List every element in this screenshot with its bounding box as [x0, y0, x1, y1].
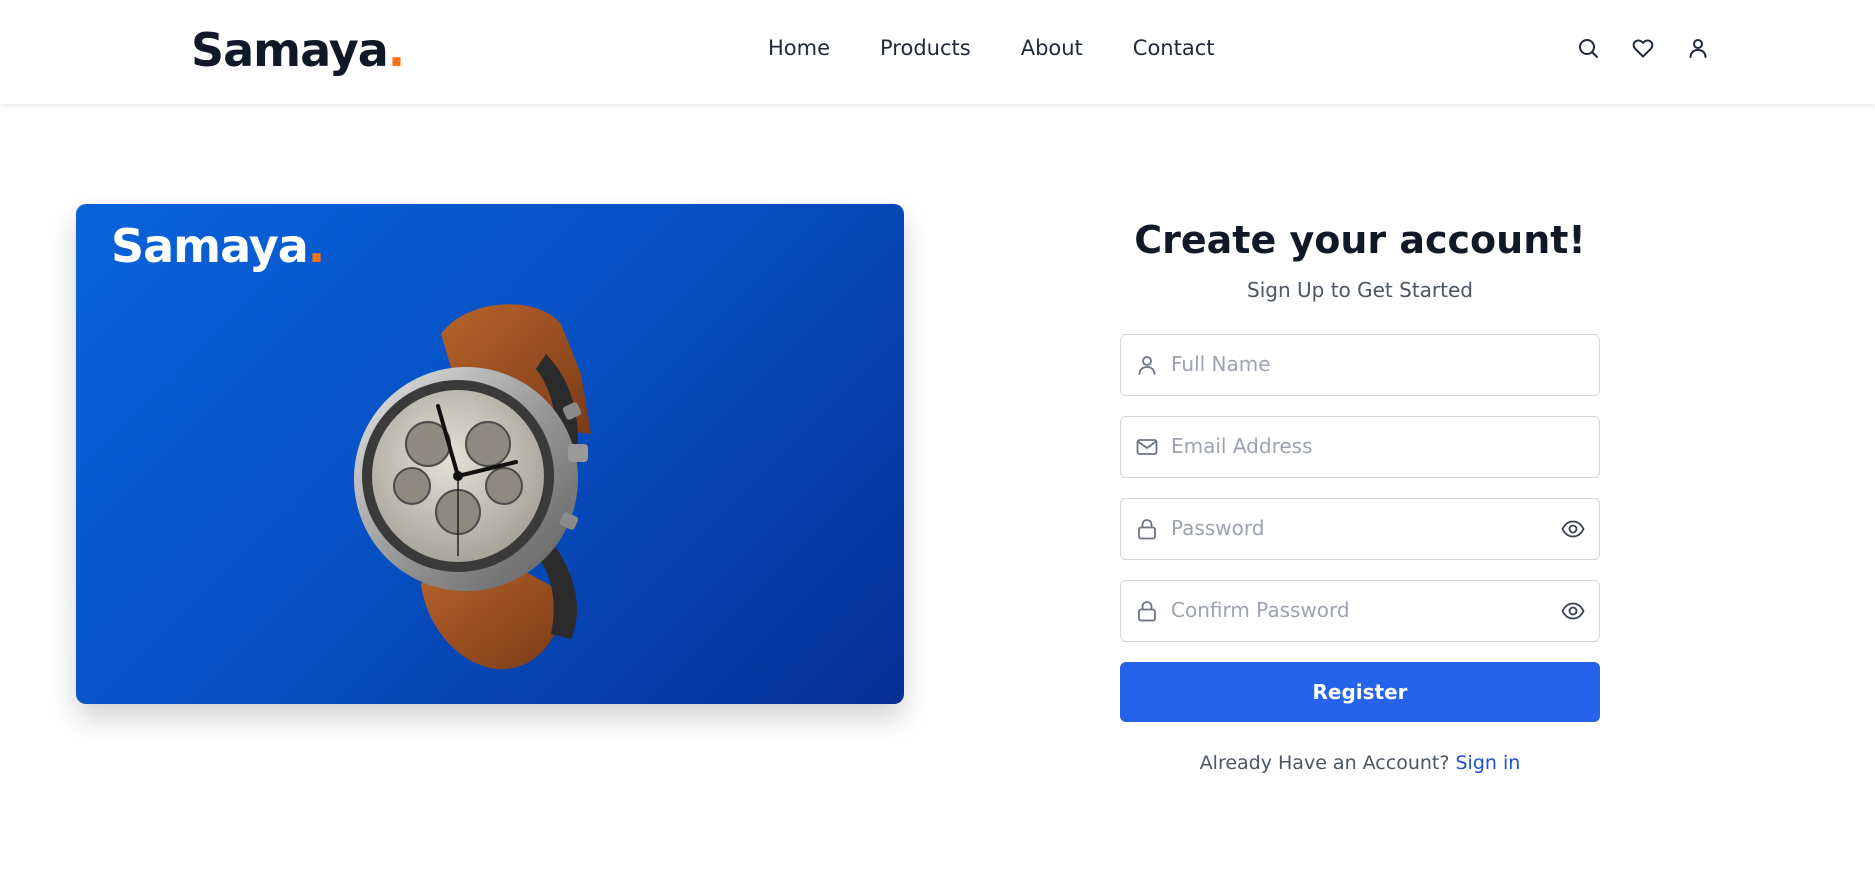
- password-input[interactable]: [1171, 499, 1531, 557]
- brand-dot: .: [387, 23, 406, 77]
- navbar: Samaya. Home Products About Contact: [0, 0, 1875, 104]
- hero-brand-dot: .: [307, 219, 326, 273]
- eye-icon[interactable]: [1561, 517, 1585, 541]
- brand-name: Samaya: [191, 23, 389, 77]
- signin-prompt-text: Already Have an Account?: [1199, 752, 1450, 774]
- confirm-password-input[interactable]: [1171, 581, 1531, 639]
- nav-home-link[interactable]: Home: [768, 36, 830, 60]
- nav-contact-link[interactable]: Contact: [1133, 36, 1215, 60]
- form-title: Create your account!: [1134, 218, 1586, 262]
- confirm-password-field: [1120, 580, 1600, 642]
- watch-image: [354, 304, 591, 670]
- lock-icon: [1135, 599, 1159, 623]
- hero-brand-name: Samaya: [111, 219, 309, 273]
- user-icon: [1135, 353, 1159, 377]
- user-icon[interactable]: [1686, 36, 1710, 60]
- search-icon[interactable]: [1576, 36, 1600, 60]
- email-input[interactable]: [1171, 417, 1531, 475]
- brand-logo[interactable]: Samaya.: [191, 18, 406, 82]
- password-field: [1120, 498, 1600, 560]
- eye-icon[interactable]: [1561, 599, 1585, 623]
- hero-card: Samaya.: [76, 204, 904, 704]
- register-button[interactable]: Register: [1120, 662, 1600, 722]
- form-subtitle: Sign Up to Get Started: [1247, 278, 1473, 302]
- nav-about-link[interactable]: About: [1021, 36, 1083, 60]
- main-nav: Home Products About Contact: [768, 36, 1215, 60]
- signin-link[interactable]: Sign in: [1456, 752, 1521, 774]
- signup-form: Create your account! Sign Up to Get Star…: [1120, 210, 1600, 774]
- email-field: [1120, 416, 1600, 478]
- nav-actions: [1576, 36, 1710, 60]
- full-name-field: [1120, 334, 1600, 396]
- heart-icon[interactable]: [1631, 36, 1655, 60]
- mail-icon: [1135, 435, 1159, 459]
- lock-icon: [1135, 517, 1159, 541]
- nav-products-link[interactable]: Products: [880, 36, 971, 60]
- full-name-input[interactable]: [1171, 335, 1531, 393]
- hero-brand-logo: Samaya.: [111, 214, 326, 278]
- signin-prompt: Already Have an Account? Sign in: [1120, 752, 1600, 774]
